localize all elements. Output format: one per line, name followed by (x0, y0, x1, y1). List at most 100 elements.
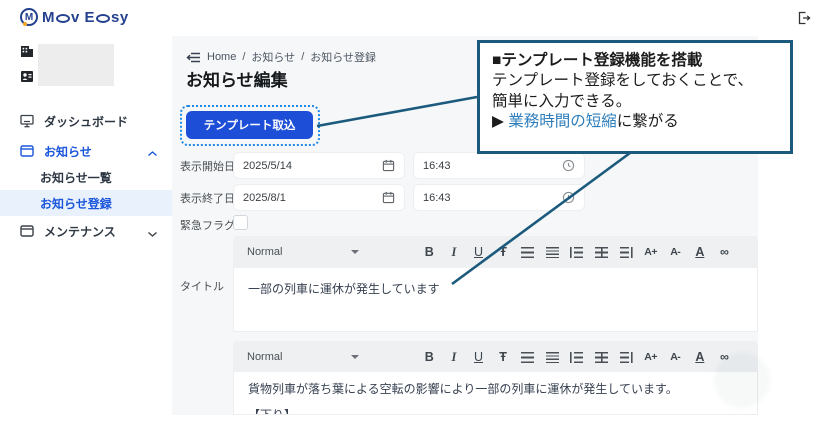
profile-block (20, 44, 34, 88)
company-icon (20, 44, 34, 63)
callout-suffix: に繋がる (617, 113, 679, 130)
start-time-input[interactable] (423, 160, 562, 172)
font-size-decrease-button[interactable]: A- (667, 246, 683, 258)
start-date-input[interactable] (243, 160, 382, 172)
dashboard-icon (20, 114, 34, 128)
end-date-field[interactable] (233, 184, 405, 211)
callout-heading: ■テンプレート登録機能を搭載 (492, 51, 778, 71)
italic-button[interactable]: I (446, 245, 462, 260)
underline-button[interactable]: U (470, 350, 486, 364)
indent-button[interactable] (618, 247, 634, 258)
brand-logo: M Mv Esy (20, 8, 129, 26)
outdent-button[interactable] (569, 352, 585, 363)
title-editor-toolbar: Normal BIUŦ A+ A- A ∞ (233, 236, 758, 268)
bullet-list-button[interactable] (520, 352, 536, 363)
urgent-flag-checkbox[interactable] (233, 215, 248, 230)
urgent-flag-label: 緊急フラグ (180, 211, 235, 238)
ordered-list-button[interactable] (544, 247, 560, 258)
user-card-icon (20, 69, 34, 88)
end-time-input[interactable] (423, 192, 562, 204)
sidebar-item-dashboard[interactable]: ダッシュボード (0, 108, 172, 134)
format-select[interactable]: Normal (247, 351, 359, 363)
title-text: 一部の列車に運休が発生しています (248, 281, 743, 297)
chevron-down-icon (147, 227, 158, 241)
calendar-icon[interactable] (382, 159, 395, 172)
text-color-button[interactable]: A (692, 350, 708, 364)
sidebar-item-label: お知らせ一覧 (40, 169, 112, 186)
clock-icon[interactable] (562, 191, 575, 204)
sidebar-item-label: お知らせ (44, 143, 92, 160)
text-color-button[interactable]: A (692, 245, 708, 259)
template-import-button[interactable]: テンプレート取込 (186, 111, 313, 139)
bold-button[interactable]: B (421, 350, 437, 364)
format-select-value: Normal (247, 246, 282, 258)
redacted-user-info (38, 44, 114, 86)
breadcrumb: Home / お知らせ / お知らせ登録 (186, 49, 376, 65)
chevron-down-icon (351, 355, 359, 359)
calendar-icon[interactable] (382, 191, 395, 204)
bullet-list-button-icon (521, 352, 534, 363)
bold-button[interactable]: B (421, 245, 437, 259)
brand-oval-icon (96, 14, 110, 23)
breadcrumb-home[interactable]: Home (207, 51, 236, 63)
clock-icon[interactable] (562, 159, 575, 172)
format-select[interactable]: Normal (247, 246, 359, 258)
sidebar-item-label: ダッシュボード (44, 113, 128, 130)
italic-button[interactable]: I (446, 350, 462, 365)
brand-oval-icon (56, 14, 70, 23)
end-time-field[interactable] (413, 184, 585, 211)
sidebar-item-label: お知らせ登録 (40, 195, 112, 212)
format-select-value: Normal (247, 351, 282, 363)
sidebar-item-label: メンテナンス (44, 223, 116, 240)
start-time-field[interactable] (413, 152, 585, 179)
breadcrumb-notice[interactable]: お知らせ (251, 49, 295, 65)
underline-button[interactable]: U (470, 245, 486, 259)
chevron-up-icon (147, 147, 158, 161)
link-button[interactable]: ∞ (716, 245, 732, 259)
logout-icon[interactable] (796, 10, 812, 26)
ordered-list-button[interactable] (544, 352, 560, 363)
brand-name: Mv Esy (42, 9, 129, 26)
sidebar-item-notice-register[interactable]: お知らせ登録 (0, 190, 172, 216)
strikethrough-button[interactable]: Ŧ (495, 350, 511, 364)
align-center-button[interactable] (593, 247, 609, 258)
align-center-button-icon (595, 247, 608, 258)
breadcrumb-separator: / (301, 51, 304, 63)
ordered-list-button-icon (546, 247, 559, 258)
body-text-line2: 【下り】 (248, 407, 743, 415)
annotation-callout: ■テンプレート登録機能を搭載 テンプレート登録をしておくことで、 簡単に入力でき… (477, 40, 793, 154)
app-window: M Mv Esy ダッシュボード (0, 0, 840, 438)
notice-icon (20, 144, 34, 158)
align-center-button-icon (595, 352, 608, 363)
font-size-increase-button[interactable]: A+ (643, 246, 659, 258)
body-editor-content[interactable]: 貨物列車が落ち葉による空転の影響により一部の列車に運休が発生しています。 【下り… (233, 372, 758, 415)
body-text-line1: 貨物列車が落ち葉による空転の影響により一部の列車に運休が発生しています。 (248, 381, 743, 397)
brand-part: v E (71, 9, 95, 26)
sidebar-item-maintenance[interactable]: メンテナンス (0, 218, 172, 244)
sidebar-menu: ダッシュボード お知らせ お知らせ一覧 お知らせ登録 (0, 108, 172, 244)
font-size-increase-button[interactable]: A+ (643, 351, 659, 363)
title-label: タイトル (180, 272, 224, 299)
outdent-button[interactable] (569, 247, 585, 258)
title-editor-content[interactable]: 一部の列車に運休が発生しています (233, 268, 758, 332)
maintenance-icon (20, 224, 34, 238)
sidebar-item-notice-list[interactable]: お知らせ一覧 (0, 164, 172, 190)
top-bar: M Mv Esy (0, 0, 840, 36)
sidebar-item-notice[interactable]: お知らせ (0, 138, 172, 164)
indent-button-icon (620, 352, 633, 363)
sidebar-collapse-icon[interactable] (186, 51, 201, 64)
brand-part: sy (111, 9, 129, 26)
page-title: お知らせ編集 (186, 66, 288, 91)
chevron-down-icon (351, 250, 359, 254)
start-date-field[interactable] (233, 152, 405, 179)
end-date-input[interactable] (243, 192, 382, 204)
callout-line: テンプレート登録をしておくことで、 (492, 71, 778, 91)
bullet-list-button[interactable] (520, 247, 536, 258)
body-editor-toolbar: NormalBIUŦA+A-A∞ (233, 341, 758, 373)
breadcrumb-current: お知らせ登録 (310, 49, 376, 65)
indent-button[interactable] (618, 352, 634, 363)
font-size-decrease-button[interactable]: A- (667, 351, 683, 363)
video-watermark (714, 352, 770, 408)
align-center-button[interactable] (593, 352, 609, 363)
strikethrough-button[interactable]: Ŧ (495, 245, 511, 259)
